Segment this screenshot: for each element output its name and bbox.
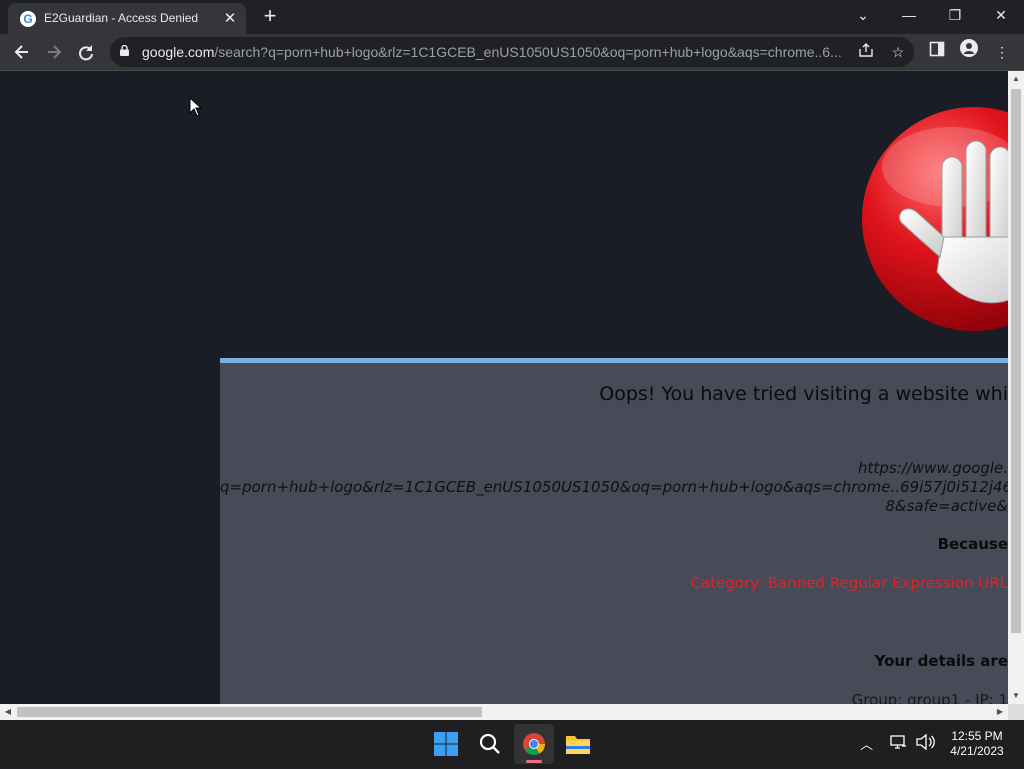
clock-time: 12:55 PM xyxy=(951,729,1003,743)
browser-toolbar: google.com/search?q=porn+hub+logo&rlz=1C… xyxy=(0,34,1024,71)
tab-e2guardian[interactable]: G E2Guardian - Access Denied ✕ xyxy=(8,3,246,34)
back-button[interactable] xyxy=(9,39,35,65)
blocked-url-line-1: https://www.google. xyxy=(858,459,1008,477)
folder-icon xyxy=(566,736,590,754)
chrome-icon xyxy=(523,733,545,755)
scroll-up-icon[interactable]: ▲ xyxy=(1008,71,1024,87)
windows-taskbar: ︿ 12:55 PM 4/21/2023 xyxy=(0,720,1024,768)
reload-button[interactable] xyxy=(73,39,99,65)
details-label: Your details are xyxy=(874,652,1008,670)
forward-button[interactable] xyxy=(41,39,67,65)
address-bar[interactable]: google.com/search?q=porn+hub+logo&rlz=1C… xyxy=(110,37,914,67)
menu-kebab-icon[interactable]: ⋮ xyxy=(989,39,1015,65)
url-path: /search?q=porn+hub+logo&rlz=1C1GCEB_enUS… xyxy=(214,44,842,60)
block-category: Category: Banned Regular Expression URL xyxy=(690,574,1008,592)
because-label: Because xyxy=(937,535,1008,553)
blocked-url-line-3: 8&safe=active& xyxy=(885,497,1008,515)
vertical-scrollbar[interactable]: ▲ ▼ xyxy=(1008,71,1024,704)
profile-avatar-icon[interactable] xyxy=(956,39,982,65)
page-heading: Oops! You have tried visiting a website … xyxy=(599,383,1008,405)
blocked-url-line-2: q=porn+hub+logo&rlz=1C1GCEB_enUS1050US10… xyxy=(220,478,1008,496)
lock-icon[interactable] xyxy=(120,45,129,56)
scroll-down-icon[interactable]: ▼ xyxy=(1008,688,1024,704)
url-host: google.com xyxy=(142,44,215,60)
block-message-panel: Oops! You have tried visiting a website … xyxy=(220,358,1008,704)
group-ip-line: Group: group1 - IP: 1 xyxy=(851,691,1008,704)
tab-strip: G E2Guardian - Access Denied ✕ + ⌄ — ❐ ✕ xyxy=(0,0,1024,34)
search-icon xyxy=(479,733,500,754)
scroll-right-icon[interactable]: ▶ xyxy=(992,704,1008,720)
vertical-scroll-thumb[interactable] xyxy=(1011,89,1021,633)
chrome-taskbar-button[interactable] xyxy=(514,724,554,764)
network-icon[interactable] xyxy=(890,733,908,754)
google-favicon-icon: G xyxy=(20,11,36,27)
new-tab-button[interactable]: + xyxy=(258,5,282,29)
windows-logo-icon xyxy=(434,732,458,756)
horizontal-scroll-thumb[interactable] xyxy=(17,707,482,717)
scrollbar-corner xyxy=(1008,704,1024,720)
show-hidden-icons-chevron-up-icon[interactable]: ︿ xyxy=(860,734,873,753)
active-app-indicator xyxy=(526,760,542,763)
start-button[interactable] xyxy=(426,724,466,764)
file-explorer-button[interactable] xyxy=(558,724,598,764)
volume-icon[interactable] xyxy=(915,733,935,754)
share-icon[interactable] xyxy=(856,42,876,62)
mouse-pointer-icon xyxy=(189,97,203,117)
search-button[interactable] xyxy=(470,724,510,764)
side-panel-icon[interactable] xyxy=(924,39,950,65)
tab-close-icon[interactable]: ✕ xyxy=(220,9,240,29)
clock-date: 4/21/2023 xyxy=(950,744,1004,758)
tab-search-chevron-down-icon[interactable]: ⌄ xyxy=(840,0,886,32)
horizontal-scrollbar[interactable]: ◀ ▶ xyxy=(0,704,1008,720)
bookmark-star-icon[interactable]: ☆ xyxy=(888,42,908,62)
url-text[interactable]: google.com/search?q=porn+hub+logo&rlz=1C… xyxy=(142,44,842,60)
page-viewport: Oops! You have tried visiting a website … xyxy=(0,71,1008,704)
restore-button[interactable]: ❐ xyxy=(932,0,978,32)
minimize-button[interactable]: — xyxy=(886,0,932,32)
taskbar-clock[interactable]: 12:55 PM 4/21/2023 xyxy=(942,729,1012,759)
tab-title: E2Guardian - Access Denied xyxy=(44,11,199,25)
window-close-button[interactable]: ✕ xyxy=(978,0,1024,32)
scroll-left-icon[interactable]: ◀ xyxy=(0,704,16,720)
stop-hand-icon xyxy=(862,107,1008,331)
